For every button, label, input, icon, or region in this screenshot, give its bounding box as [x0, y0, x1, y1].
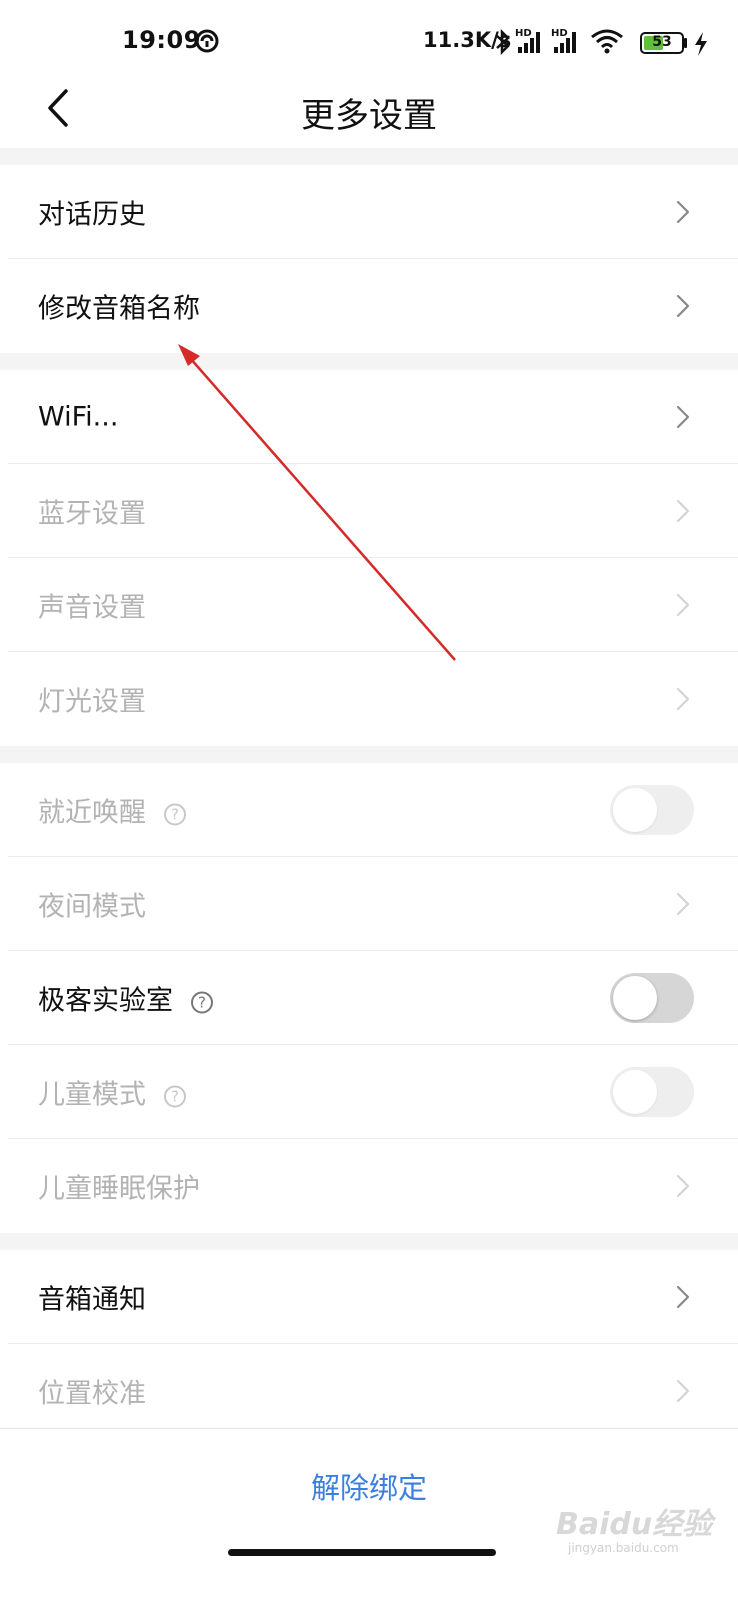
- chevron-right-icon: [676, 1285, 690, 1309]
- help-icon[interactable]: ?: [164, 803, 186, 825]
- chevron-right-icon: [676, 1379, 690, 1403]
- settings-row-label: 就近唤醒?: [38, 791, 186, 830]
- svg-text:HD: HD: [515, 28, 532, 39]
- settings-row-text: 极客实验室: [38, 985, 173, 1017]
- settings-row-label: 儿童模式?: [38, 1073, 186, 1112]
- chevron-right-icon: [676, 892, 690, 916]
- settings-row[interactable]: 就近唤醒?: [0, 763, 738, 857]
- toggle-knob: [613, 1070, 657, 1114]
- do-not-disturb-icon: [195, 29, 219, 53]
- toggle-knob: [613, 976, 657, 1020]
- settings-row[interactable]: 声音设置: [0, 558, 738, 652]
- settings-row-text: 儿童模式: [38, 1079, 146, 1111]
- app-header: 更多设置: [0, 84, 738, 148]
- settings-row[interactable]: 位置校准: [0, 1344, 738, 1438]
- status-time: 19:09: [122, 26, 201, 54]
- settings-row[interactable]: 修改音箱名称: [0, 259, 738, 353]
- settings-row-label: 夜间模式: [38, 891, 146, 923]
- section-gap: [0, 746, 738, 763]
- status-bar: 19:09 11.3K/s HD HD 53: [0, 0, 738, 84]
- section-gap: [0, 1233, 738, 1250]
- chevron-right-icon: [676, 294, 690, 318]
- chevron-right-icon: [676, 200, 690, 224]
- wifi-icon: [591, 29, 623, 54]
- chevron-right-icon: [676, 499, 690, 523]
- settings-row-label: 音箱通知: [38, 1284, 146, 1316]
- chevron-right-icon: [676, 687, 690, 711]
- settings-row-label: 声音设置: [38, 592, 146, 624]
- settings-row-label: WiFi...: [38, 401, 119, 433]
- settings-row-label: 灯光设置: [38, 686, 146, 718]
- settings-row[interactable]: WiFi...: [0, 370, 738, 464]
- chevron-right-icon: [676, 593, 690, 617]
- section-gap: [0, 148, 738, 165]
- settings-row[interactable]: 对话历史: [0, 165, 738, 259]
- section-gap: [0, 353, 738, 370]
- toggle-switch[interactable]: [610, 785, 694, 835]
- settings-row[interactable]: 极客实验室?: [0, 951, 738, 1045]
- settings-row[interactable]: 音箱通知: [0, 1250, 738, 1344]
- help-icon[interactable]: ?: [164, 1085, 186, 1107]
- page-title: 更多设置: [301, 96, 437, 136]
- settings-row-label: 蓝牙设置: [38, 498, 146, 530]
- help-icon[interactable]: ?: [191, 991, 213, 1013]
- battery-cap: [684, 38, 687, 48]
- settings-row-text: 就近唤醒: [38, 797, 146, 829]
- hd-signal-icon: HD: [551, 28, 576, 53]
- charging-icon: [695, 32, 707, 56]
- settings-row[interactable]: 儿童模式?: [0, 1045, 738, 1139]
- hd-signal-icon: HD: [515, 28, 540, 53]
- settings-row-label: 位置校准: [38, 1378, 146, 1410]
- settings-row-label: 儿童睡眠保护: [38, 1173, 200, 1205]
- svg-text:HD: HD: [551, 28, 568, 39]
- toggle-switch[interactable]: [610, 1067, 694, 1117]
- settings-row[interactable]: 蓝牙设置: [0, 464, 738, 558]
- battery-icon: 53: [640, 32, 684, 54]
- baidu-watermark: Baidu经验: [556, 1507, 713, 1542]
- battery-percentage: 53: [652, 34, 672, 50]
- toggle-switch[interactable]: [610, 973, 694, 1023]
- settings-row[interactable]: 夜间模式: [0, 857, 738, 951]
- toggle-knob: [613, 788, 657, 832]
- baidu-watermark-url: jingyan.baidu.com: [568, 1541, 679, 1555]
- settings-row-label: 极客实验室?: [38, 979, 213, 1018]
- bluetooth-icon: [496, 28, 510, 56]
- settings-row-label: 对话历史: [38, 199, 146, 231]
- home-indicator[interactable]: [228, 1549, 496, 1556]
- bottom-bar: 解除绑定 Baidu经验 jingyan.baidu.com: [0, 1428, 738, 1601]
- settings-row-label: 修改音箱名称: [38, 293, 200, 325]
- chevron-right-icon: [676, 1174, 690, 1198]
- chevron-right-icon: [676, 405, 690, 429]
- settings-row[interactable]: 儿童睡眠保护: [0, 1139, 738, 1233]
- settings-row[interactable]: 灯光设置: [0, 652, 738, 746]
